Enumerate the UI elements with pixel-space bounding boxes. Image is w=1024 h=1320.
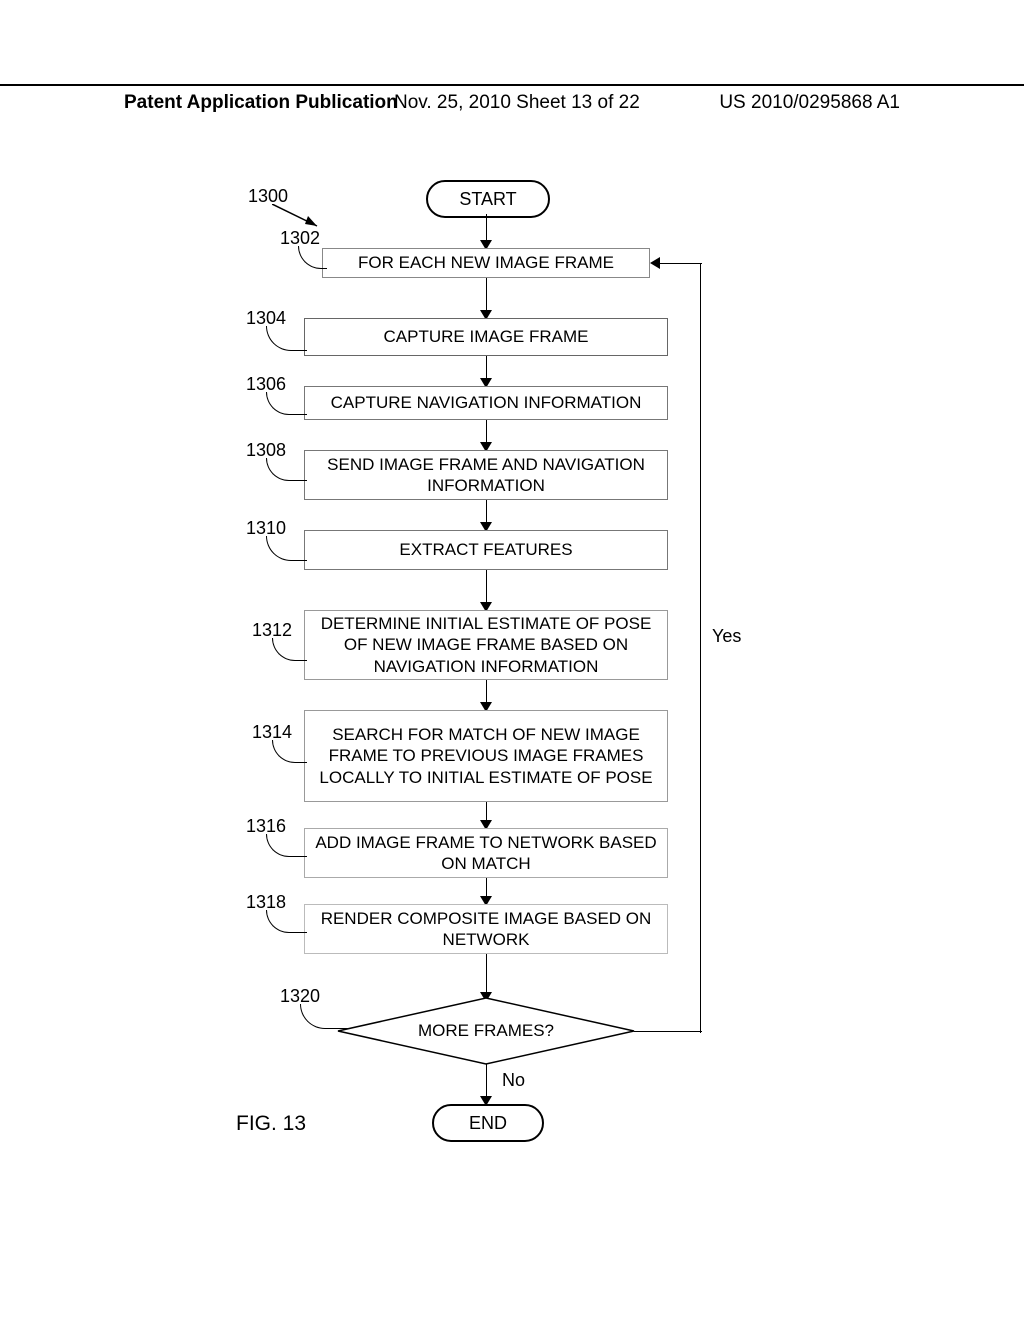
step-1306-label: CAPTURE NAVIGATION INFORMATION [331, 392, 642, 413]
connector [486, 680, 487, 704]
ref-curve-icon [266, 326, 307, 351]
connector [486, 500, 487, 524]
ref-curve-icon [272, 638, 307, 661]
header-mid: Nov. 25, 2010 Sheet 13 of 22 [394, 92, 640, 114]
decision-1320: MORE FRAMES? [336, 996, 636, 1066]
step-1304: CAPTURE IMAGE FRAME [304, 318, 668, 356]
start-label: START [459, 189, 516, 210]
step-1310-label: EXTRACT FEATURES [399, 539, 572, 560]
header-right: US 2010/0295868 A1 [719, 92, 900, 114]
step-1304-label: CAPTURE IMAGE FRAME [384, 326, 589, 347]
step-1308-label: SEND IMAGE FRAME AND NAVIGATION INFORMAT… [311, 454, 661, 497]
decision-1320-label: MORE FRAMES? [418, 1021, 554, 1041]
figure-label: FIG. 13 [236, 1112, 306, 1136]
step-1308: SEND IMAGE FRAME AND NAVIGATION INFORMAT… [304, 450, 668, 500]
connector [486, 802, 487, 822]
step-1316-label: ADD IMAGE FRAME TO NETWORK BASED ON MATC… [311, 832, 661, 875]
step-1310: EXTRACT FEATURES [304, 530, 668, 570]
step-1318: RENDER COMPOSITE IMAGE BASED ON NETWORK [304, 904, 668, 954]
arrow-left-icon [650, 257, 660, 269]
ref-curve-icon [266, 536, 307, 561]
start-terminator: START [426, 180, 550, 218]
step-1318-label: RENDER COMPOSITE IMAGE BASED ON NETWORK [311, 908, 661, 951]
ref-curve-icon [266, 392, 307, 415]
connector [660, 263, 702, 264]
ref-curve-icon [266, 834, 307, 857]
connector [486, 420, 487, 444]
header-left: Patent Application Publication [124, 92, 398, 114]
step-1312-label: DETERMINE INITIAL ESTIMATE OF POSE OF NE… [311, 613, 661, 677]
connector [486, 1064, 487, 1098]
ref-curve-icon [300, 1004, 349, 1029]
end-label: END [469, 1113, 507, 1134]
ref-curve-icon [266, 458, 307, 481]
connector [486, 214, 487, 242]
step-1316: ADD IMAGE FRAME TO NETWORK BASED ON MATC… [304, 828, 668, 878]
connector [486, 356, 487, 380]
ref-curve-icon [298, 246, 327, 269]
step-1312: DETERMINE INITIAL ESTIMATE OF POSE OF NE… [304, 610, 668, 680]
page-header: Patent Application Publication Nov. 25, … [0, 84, 1024, 92]
connector [486, 570, 487, 604]
step-1306: CAPTURE NAVIGATION INFORMATION [304, 386, 668, 420]
ref-curve-icon [266, 910, 307, 933]
connector [634, 1031, 702, 1032]
yes-label: Yes [712, 626, 741, 647]
step-1302: FOR EACH NEW IMAGE FRAME [322, 248, 650, 278]
end-terminator: END [432, 1104, 544, 1142]
connector [486, 954, 487, 994]
step-1302-label: FOR EACH NEW IMAGE FRAME [358, 252, 614, 273]
connector [700, 263, 701, 1033]
connector [486, 278, 487, 312]
no-label: No [502, 1070, 525, 1091]
connector [486, 878, 487, 898]
ref-curve-icon [272, 740, 307, 763]
flowchart: START 1300 FOR EACH NEW IMAGE FRAME 1302… [0, 160, 1024, 1280]
step-1314-label: SEARCH FOR MATCH OF NEW IMAGE FRAME TO P… [311, 724, 661, 788]
step-1314: SEARCH FOR MATCH OF NEW IMAGE FRAME TO P… [304, 710, 668, 802]
